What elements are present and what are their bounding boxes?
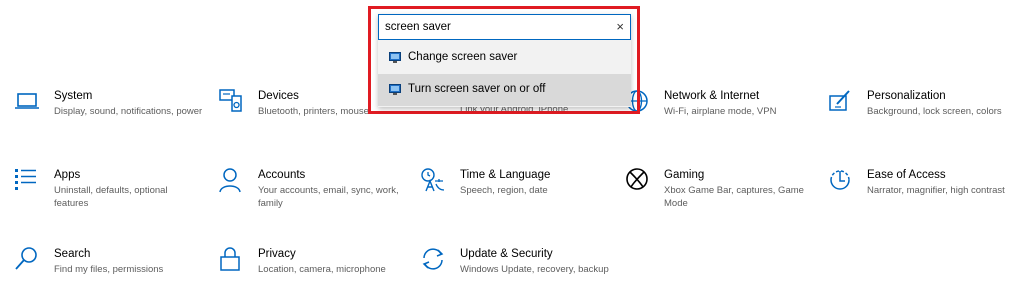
tile-title: Ease of Access (867, 169, 946, 181)
suggestion-item[interactable]: Turn screen saver on or off (378, 74, 631, 106)
lock-icon (218, 246, 244, 272)
tile-title: System (54, 90, 93, 102)
tile-description: Your accounts, email, sync, work, family (258, 185, 399, 209)
tile-description: Speech, region, date (460, 185, 548, 196)
tile-privacy[interactable]: Privacy Location, camera, microphone (218, 246, 408, 306)
tile-title: Accounts (258, 169, 306, 181)
ease-of-access-icon (827, 167, 853, 193)
keyboard-speaker-icon (218, 88, 244, 114)
tile-description: Narrator, magnifier, high contrast (867, 185, 1005, 196)
sync-arrows-icon (420, 246, 446, 272)
tile-title: Update & Security (460, 248, 553, 260)
tile-time-language[interactable]: Time & Language Speech, region, date (420, 167, 610, 227)
tile-update-security[interactable]: Update & Security Windows Update, recove… (420, 246, 610, 306)
laptop-icon (14, 88, 40, 114)
screen-saver-icon (389, 84, 401, 95)
suggestion-label: Turn screen saver on or off (408, 83, 546, 95)
tile-title: Network & Internet (664, 90, 760, 102)
tile-title: Privacy (258, 248, 296, 260)
tile-gaming[interactable]: Gaming Xbox Game Bar, captures, Game Mod… (624, 167, 814, 227)
search-box[interactable]: × (378, 14, 631, 40)
clear-icon[interactable]: × (616, 19, 624, 34)
suggestion-item[interactable]: Change screen saver (378, 42, 631, 74)
tile-description: Uninstall, defaults, optional features (54, 185, 168, 209)
tile-description: Location, camera, microphone (258, 264, 386, 275)
search-panel: × Change screen saver Turn screen saver … (378, 14, 631, 107)
tile-accounts[interactable]: Accounts Your accounts, email, sync, wor… (218, 167, 408, 227)
time-language-icon (420, 167, 446, 193)
person-icon (218, 167, 244, 193)
tile-title: Search (54, 248, 91, 260)
tile-title: Gaming (664, 169, 705, 181)
tile-search[interactable]: Search Find my files, permissions (14, 246, 204, 306)
tile-apps[interactable]: Apps Uninstall, defaults, optional featu… (14, 167, 204, 227)
pen-tablet-icon (827, 88, 853, 114)
tile-description: Background, lock screen, colors (867, 106, 1002, 117)
tile-description: Display, sound, notifications, power (54, 106, 203, 117)
search-input[interactable] (385, 18, 605, 36)
tile-description: Find my files, permissions (54, 264, 164, 275)
tile-title: Apps (54, 169, 81, 181)
tile-ease-of-access[interactable]: Ease of Access Narrator, magnifier, high… (827, 167, 1017, 227)
apps-list-icon (14, 167, 40, 193)
tile-description: Windows Update, recovery, backup (460, 264, 609, 275)
tile-title: Personalization (867, 90, 946, 102)
tile-personalization[interactable]: Personalization Background, lock screen,… (827, 88, 1017, 148)
xbox-icon (624, 167, 650, 193)
tile-title: Devices (258, 90, 299, 102)
screen-saver-icon (389, 52, 401, 63)
tile-system[interactable]: System Display, sound, notifications, po… (14, 88, 204, 148)
tile-title: Time & Language (460, 169, 551, 181)
tile-description: Wi-Fi, airplane mode, VPN (664, 106, 777, 117)
tile-description: Xbox Game Bar, captures, Game Mode (664, 185, 804, 209)
suggestion-label: Change screen saver (408, 51, 518, 63)
search-icon (14, 246, 40, 272)
tile-network[interactable]: Network & Internet Wi-Fi, airplane mode,… (624, 88, 814, 148)
